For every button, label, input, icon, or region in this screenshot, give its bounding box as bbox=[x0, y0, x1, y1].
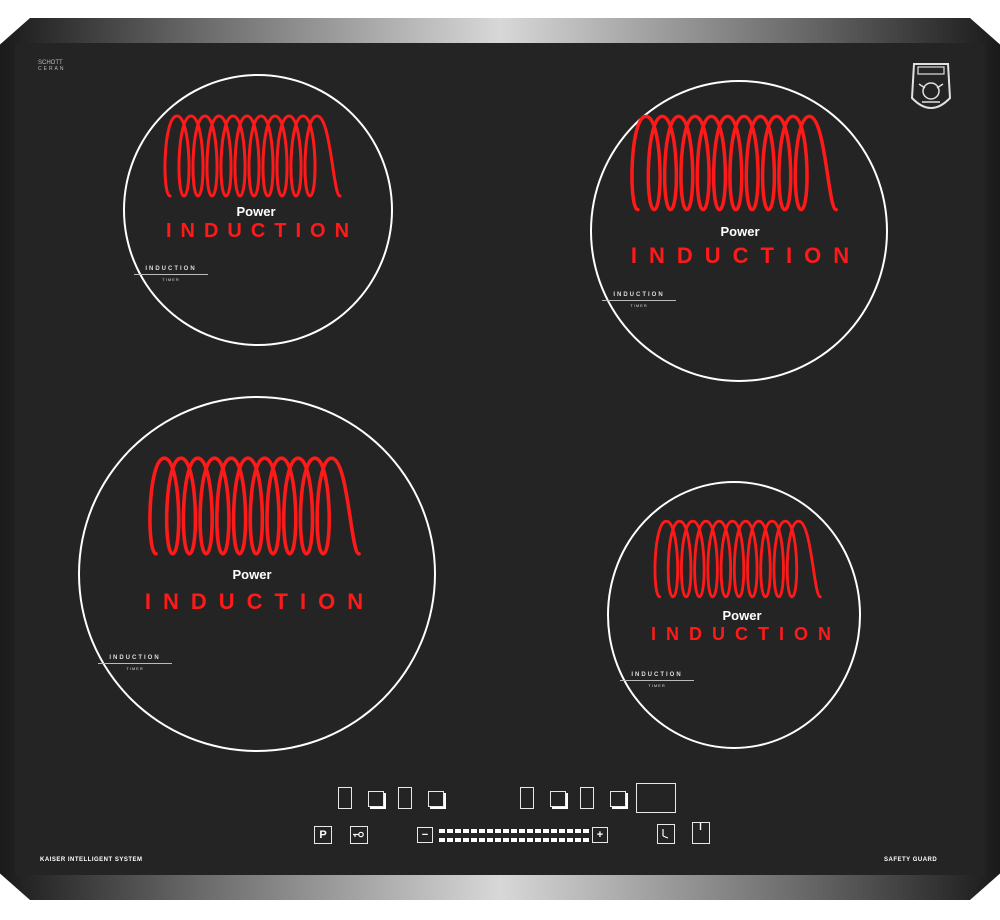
induction-coil-icon bbox=[163, 114, 342, 198]
timer-display bbox=[636, 783, 676, 813]
power-label: Power bbox=[722, 608, 762, 623]
timer-tag-sub: TIMER bbox=[126, 666, 144, 671]
brand-line-2: CERAN bbox=[38, 66, 66, 72]
safety-guard-label: SAFETY GUARD bbox=[884, 857, 938, 863]
induction-label: INDUCTION bbox=[144, 589, 376, 614]
timer-tag-title: INDUCTION bbox=[98, 655, 172, 664]
timer-tag-sub: TIMER bbox=[630, 303, 648, 308]
power-label: Power bbox=[232, 567, 272, 582]
induction-coil-icon bbox=[630, 114, 838, 212]
zone-display-2 bbox=[398, 787, 412, 809]
clock-icon bbox=[662, 829, 669, 839]
minus-button[interactable]: − bbox=[417, 827, 433, 843]
zone-display-1 bbox=[338, 787, 352, 809]
zone-select-1[interactable] bbox=[368, 791, 384, 807]
induction-coil-icon bbox=[148, 456, 361, 556]
schott-ceran-brand: SCHOTT CERAN bbox=[38, 60, 66, 72]
power-icon bbox=[699, 823, 702, 830]
induction-label: INDUCTION bbox=[165, 220, 359, 242]
timer-tag: INDUCTION TIMER bbox=[602, 292, 676, 308]
induction-label: INDUCTION bbox=[651, 624, 841, 644]
zone-select-4[interactable] bbox=[610, 791, 626, 807]
timer-tag-title: INDUCTION bbox=[602, 292, 676, 301]
key-lock-button[interactable] bbox=[350, 826, 368, 844]
induction-label: INDUCTION bbox=[630, 243, 862, 268]
plus-button[interactable]: + bbox=[592, 827, 608, 843]
timer-tag-sub: TIMER bbox=[162, 277, 180, 282]
power-button[interactable] bbox=[692, 822, 710, 844]
timer-tag: INDUCTION TIMER bbox=[134, 266, 208, 282]
pause-button[interactable]: P bbox=[314, 826, 332, 844]
zone-display-4 bbox=[580, 787, 594, 809]
key-lock-icon bbox=[353, 831, 364, 838]
timer-tag-title: INDUCTION bbox=[134, 266, 208, 275]
zone-select-3[interactable] bbox=[550, 791, 566, 807]
power-label: Power bbox=[236, 204, 276, 219]
kaiser-system-label: KAISER INTELLIGENT SYSTEM bbox=[40, 857, 143, 863]
kaiser-logo-icon bbox=[910, 63, 952, 109]
timer-tag-title: INDUCTION bbox=[620, 672, 694, 681]
timer-button[interactable] bbox=[657, 824, 675, 844]
induction-coil-icon bbox=[653, 519, 822, 599]
timer-tag: INDUCTION TIMER bbox=[98, 655, 172, 671]
timer-tag: INDUCTION TIMER bbox=[620, 672, 694, 688]
timer-tag-sub: TIMER bbox=[648, 683, 666, 688]
power-slider-top[interactable] bbox=[439, 829, 591, 833]
power-label: Power bbox=[720, 224, 760, 239]
power-slider-bottom[interactable] bbox=[439, 838, 591, 842]
zone-display-3 bbox=[520, 787, 534, 809]
zone-select-2[interactable] bbox=[428, 791, 444, 807]
